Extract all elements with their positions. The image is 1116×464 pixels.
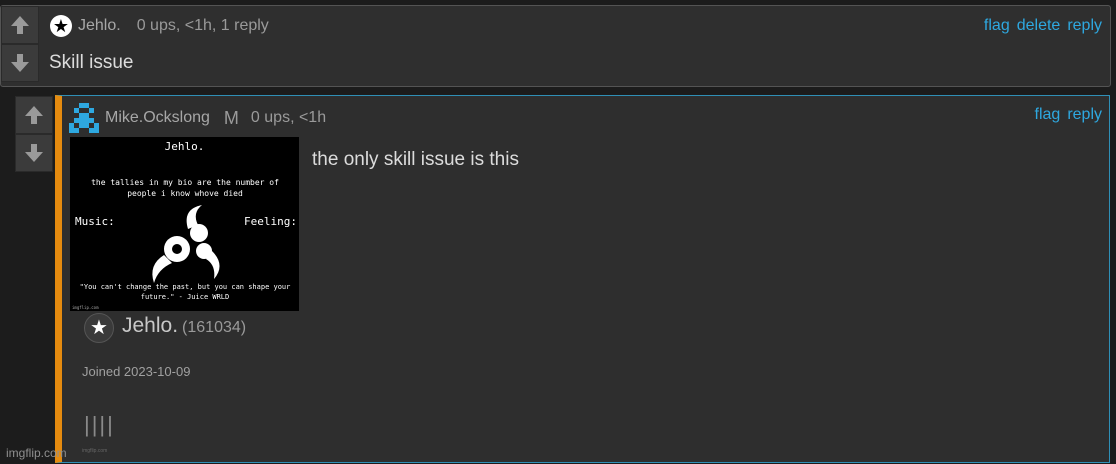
- pixel-avatar-icon[interactable]: [69, 103, 99, 133]
- triple-swirl-logo-icon: [152, 205, 220, 283]
- downvote-button[interactable]: [1, 44, 39, 82]
- username-link[interactable]: Jehlo.: [78, 17, 121, 35]
- arrow-up-icon: [25, 106, 43, 124]
- comment-stats: 0 ups, <1h, 1 reply: [136, 17, 269, 34]
- reply-link[interactable]: reply: [1067, 17, 1102, 35]
- upvote-button[interactable]: [15, 96, 53, 134]
- arrow-down-icon: [25, 144, 43, 162]
- profile-id: (161034): [182, 319, 247, 336]
- comment-meta: ★ Jehlo. 0 ups, <1h, 1 reply: [50, 15, 269, 37]
- reply-link[interactable]: reply: [1067, 106, 1102, 124]
- joined-date: Joined 2023-10-09: [82, 364, 191, 379]
- meme-watermark: imgflip.com: [72, 305, 99, 310]
- profile-name: Jehlo. (161034): [122, 314, 247, 337]
- upvote-button[interactable]: [1, 6, 39, 44]
- star-icon: ★: [84, 313, 114, 343]
- reply-comment: Mike.Ockslong M 0 ups, <1h flag reply th…: [55, 95, 1110, 463]
- flag-link[interactable]: flag: [984, 17, 1010, 35]
- top-comment: ★ Jehlo. 0 ups, <1h, 1 reply flag delete…: [0, 5, 1111, 87]
- reply-vote-column: [15, 96, 53, 172]
- comment-actions: flag delete reply: [984, 17, 1102, 35]
- site-watermark: imgflip.com: [6, 446, 67, 460]
- username-link[interactable]: Mike.Ockslong: [105, 109, 210, 127]
- arrow-up-icon: [11, 16, 29, 34]
- reply-meta: Mike.Ockslong M 0 ups, <1h: [69, 103, 326, 133]
- comment-stats: 0 ups, <1h: [250, 109, 327, 126]
- meme-title: Jehlo.: [164, 140, 205, 153]
- reply-actions: flag reply: [1035, 106, 1102, 124]
- mod-badge: M: [223, 107, 239, 128]
- reply-text: the only skill issue is this: [312, 149, 519, 170]
- profile-watermark: imgflip.com: [82, 448, 108, 454]
- meme-feeling-label: Feeling:: [244, 215, 297, 228]
- meme-image[interactable]: Jehlo. the tallies in my bio are the num…: [70, 137, 299, 311]
- delete-link[interactable]: delete: [1017, 17, 1061, 35]
- arrow-down-icon: [11, 54, 29, 72]
- downvote-button[interactable]: [15, 134, 53, 172]
- flag-link[interactable]: flag: [1035, 106, 1061, 124]
- star-icon: ★: [50, 15, 72, 37]
- comment-text: Skill issue: [49, 52, 134, 73]
- meme-bio: the tallies in my bio are the number of …: [91, 178, 279, 198]
- vote-column: [1, 6, 39, 82]
- meme-quote: "You can't change the past, but you can …: [79, 283, 291, 301]
- meme-music-label: Music:: [75, 215, 115, 228]
- tally-marks: ||||: [84, 412, 115, 437]
